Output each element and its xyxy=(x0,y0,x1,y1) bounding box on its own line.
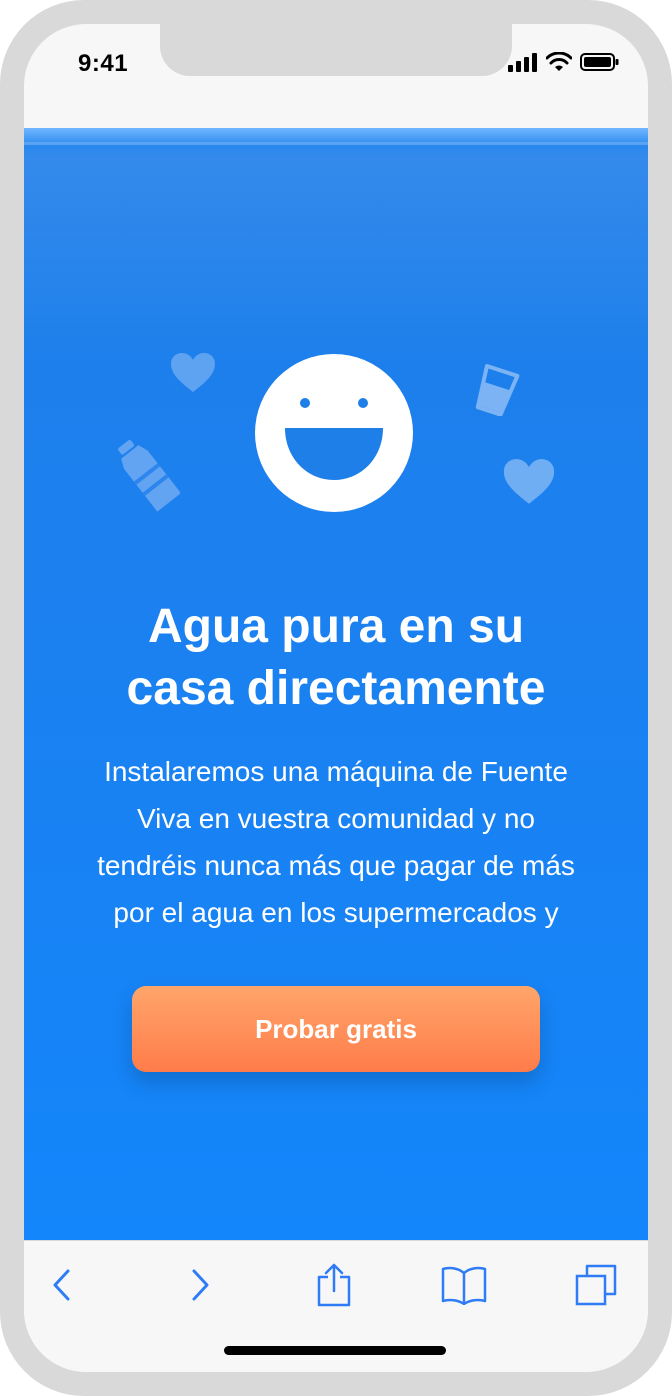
smiley-face-icon xyxy=(255,354,413,512)
description-line: por el agua en los supermercados y xyxy=(113,897,559,928)
back-button[interactable] xyxy=(32,1263,92,1307)
bookmarks-button[interactable] xyxy=(434,1263,494,1307)
share-button[interactable] xyxy=(304,1263,364,1307)
bottle-icon xyxy=(118,439,180,512)
phone-frame: 9:41 Agua pura en su casa directamente I… xyxy=(0,0,672,1396)
description-line: Viva en vuestra comunidad y no xyxy=(137,803,535,834)
hero-section: Agua pura en su casa directamente Instal… xyxy=(24,128,648,1240)
heart-icon xyxy=(171,353,215,392)
tabs-icon xyxy=(575,1264,617,1306)
heart-icon xyxy=(503,459,555,504)
bookmarks-icon xyxy=(441,1266,487,1305)
signal-icon xyxy=(508,53,537,72)
hero-description: Instalaremos una máquina de Fuente Viva … xyxy=(24,748,648,936)
description-line: tendréis nunca más que pagar de más xyxy=(97,850,575,881)
home-indicator[interactable] xyxy=(224,1346,446,1355)
hero-title-line: Agua pura en su xyxy=(147,600,525,653)
forward-button[interactable] xyxy=(170,1263,230,1307)
water-surface-line xyxy=(24,142,648,145)
water-glass-icon xyxy=(475,364,520,416)
light-rays xyxy=(24,148,648,368)
status-icons xyxy=(508,52,620,72)
hero-title-line: casa directamente xyxy=(126,662,546,715)
phone-screen: 9:41 Agua pura en su casa directamente I… xyxy=(24,24,648,1372)
hero-title: Agua pura en su casa directamente xyxy=(24,596,648,720)
share-icon xyxy=(317,1263,351,1307)
device-notch xyxy=(160,24,512,76)
try-free-button[interactable]: Probar gratis xyxy=(132,986,540,1072)
back-icon xyxy=(53,1269,70,1301)
description-line: Instalaremos una máquina de Fuente xyxy=(104,756,568,787)
forward-icon xyxy=(192,1269,209,1301)
status-time: 9:41 xyxy=(78,50,129,77)
wifi-icon xyxy=(546,52,572,71)
battery-icon xyxy=(580,53,619,71)
tabs-button[interactable] xyxy=(566,1263,626,1307)
